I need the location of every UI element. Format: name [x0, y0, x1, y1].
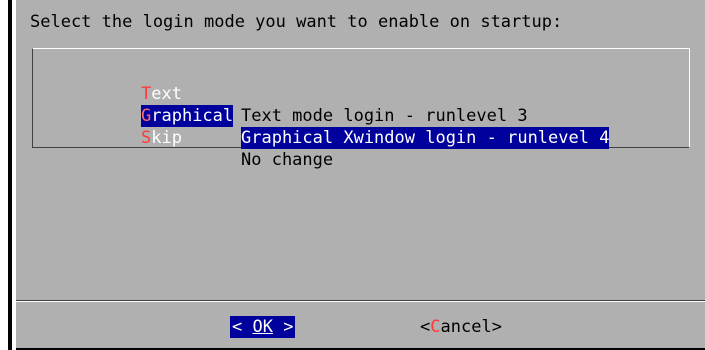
menu-option-skip[interactable]: Skip No change	[33, 105, 333, 170]
cancel-button[interactable]: <Cancel>	[420, 316, 502, 338]
menu-option-graphical[interactable]: Graphical Graphical Xwindow login - runl…	[33, 83, 610, 149]
terminal-left-border	[0, 0, 14, 350]
dialog-prompt: Select the login mode you want to enable…	[30, 12, 563, 32]
option-description: No change	[241, 150, 334, 170]
button-separator	[16, 300, 705, 302]
option-tag: Text	[141, 84, 182, 104]
option-description: Graphical Xwindow login - runlevel 4	[241, 127, 610, 149]
ok-button[interactable]: < OK >	[230, 316, 296, 338]
menu-option-text[interactable]: Text Text mode login - runlevel 3	[33, 61, 528, 126]
login-mode-menu: Text Text mode login - runlevel 3 Graphi…	[32, 48, 690, 170]
login-mode-dialog: Select the login mode you want to enable…	[16, 0, 705, 350]
option-tag: Graphical	[141, 105, 234, 127]
option-description: Text mode login - runlevel 3	[241, 106, 528, 126]
option-tag: Skip	[141, 128, 182, 148]
